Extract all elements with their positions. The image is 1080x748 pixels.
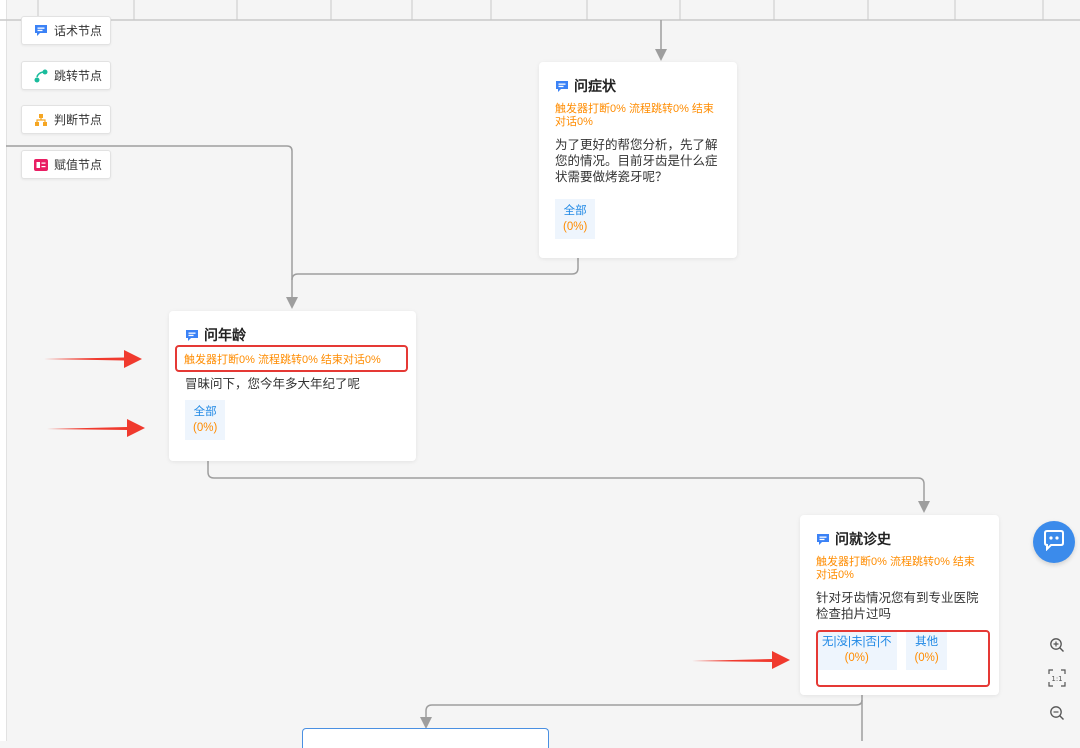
hierarchy-icon bbox=[34, 113, 48, 127]
node-ask-age[interactable]: 问年龄 触发器打断0% 流程跳转0% 结束对话0% 冒昧问下，您今年多大年纪了呢… bbox=[169, 311, 416, 461]
palette-label: 跳转节点 bbox=[54, 69, 103, 83]
branch-label: 全部 bbox=[193, 406, 217, 418]
annotation-arrow-icon bbox=[692, 651, 790, 669]
zoom-out-button[interactable] bbox=[1046, 704, 1068, 726]
palette-speech-node[interactable]: 话术节点 bbox=[21, 16, 111, 45]
node-title-row: 问就诊史 bbox=[816, 529, 983, 549]
branch-percent: (0%) bbox=[193, 422, 218, 434]
node-title: 问症状 bbox=[574, 78, 616, 94]
fit-screen-button[interactable]: 1:1 bbox=[1046, 668, 1068, 692]
node-title: 问就诊史 bbox=[835, 531, 891, 547]
zoom-out-icon bbox=[1049, 705, 1065, 726]
zoom-in-icon bbox=[1049, 637, 1065, 658]
speech-bubble-icon bbox=[555, 80, 569, 93]
fit-screen-icon: 1:1 bbox=[1048, 668, 1066, 692]
speech-bubble-icon bbox=[185, 329, 199, 342]
node-stats: 触发器打断0% 流程跳转0% 结束对话0% bbox=[555, 103, 714, 128]
svg-text:1:1: 1:1 bbox=[1051, 675, 1062, 683]
palette-assign-node[interactable]: 赋值节点 bbox=[21, 150, 111, 179]
speech-bubble-icon bbox=[816, 533, 830, 546]
branch-percent: (0%) bbox=[563, 221, 588, 233]
node-title: 问年龄 bbox=[204, 327, 246, 343]
node-description: 针对牙齿情况您有到专业医院检查拍片过吗 bbox=[816, 591, 979, 621]
palette-label: 赋值节点 bbox=[54, 158, 103, 172]
annotation-box-branches bbox=[816, 630, 990, 687]
branch-label: 全部 bbox=[563, 205, 587, 217]
jump-icon bbox=[34, 69, 48, 83]
branch-row: 全部 (0%) bbox=[555, 199, 721, 239]
annotation-arrow-icon bbox=[44, 350, 142, 368]
node-description: 为了更好的帮您分析，先了解您的情况。目前牙齿是什么症状需要做烤瓷牙呢？ bbox=[555, 138, 718, 184]
assistant-button[interactable] bbox=[1033, 521, 1075, 563]
node-title-row: 问年龄 bbox=[185, 325, 400, 345]
branch-all[interactable]: 全部 (0%) bbox=[555, 199, 596, 239]
annotation-box-stats bbox=[175, 345, 408, 372]
palette-jump-node[interactable]: 跳转节点 bbox=[21, 61, 111, 90]
branch-all[interactable]: 全部 (0%) bbox=[185, 400, 226, 440]
next-node[interactable] bbox=[302, 728, 549, 748]
robot-icon bbox=[1042, 529, 1066, 556]
annotation-arrow-icon bbox=[47, 419, 145, 437]
node-title-row: 问症状 bbox=[555, 76, 721, 96]
assign-icon bbox=[34, 158, 48, 172]
palette-label: 判断节点 bbox=[54, 113, 103, 127]
palette-judge-node[interactable]: 判断节点 bbox=[21, 105, 111, 134]
node-stats: 触发器打断0% 流程跳转0% 结束对话0% bbox=[816, 556, 975, 581]
zoom-in-button[interactable] bbox=[1046, 636, 1068, 658]
node-ask-symptom[interactable]: 问症状 触发器打断0% 流程跳转0% 结束对话0% 为了更好的帮您分析，先了解您… bbox=[539, 62, 737, 258]
palette-label: 话术节点 bbox=[54, 24, 103, 38]
branch-row: 全部 (0%) bbox=[185, 400, 400, 440]
speech-bubble-icon bbox=[34, 24, 48, 38]
node-description: 冒昧问下，您今年多大年纪了呢 bbox=[185, 377, 361, 391]
